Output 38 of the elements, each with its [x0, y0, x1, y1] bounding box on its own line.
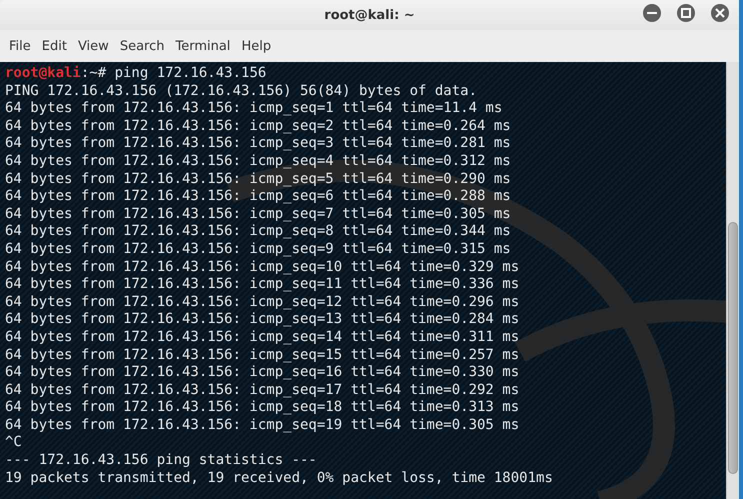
scrollbar[interactable] [726, 62, 739, 499]
terminal-output-line: 64 bytes from 172.16.43.156: icmp_seq=14 ttl=64 time=0.311 ms [5, 328, 520, 346]
terminal-output-line: 64 bytes from 172.16.43.156: icmp_seq=4 ttl=64 time=0.312 ms [5, 152, 512, 171]
terminal-output-line: 64 bytes from 172.16.43.156: icmp_seq=8 ttl=64 time=0.344 ms [5, 223, 512, 241]
minimize-button[interactable] [643, 4, 661, 22]
close-button[interactable] [711, 4, 729, 22]
terminal-output-line: 64 bytes from 172.16.43.156: icmp_seq=16 ttl=64 time=0.330 ms [5, 364, 520, 382]
terminal-output-line: 64 bytes from 172.16.43.156: icmp_seq=15 ttl=64 time=0.257 ms [5, 346, 520, 364]
terminal-output-line: 64 bytes from 172.16.43.156: icmp_seq=3 ttl=64 time=0.281 ms [5, 135, 512, 153]
menu-item[interactable]: Edit [36, 38, 73, 54]
maximize-icon [681, 8, 691, 18]
menu-item[interactable]: Help [236, 38, 278, 54]
terminal-output-line: ^C [5, 434, 23, 452]
terminal-output-line: --- 172.16.43.156 ping statistics --- [5, 452, 318, 470]
terminal-output-line: 64 bytes from 172.16.43.156: icmp_seq=6 ttl=64 time=0.288 ms [5, 188, 512, 206]
terminal-output-line: 64 bytes from 172.16.43.156: icmp_seq=7 ttl=64 time=0.305 ms [5, 206, 512, 224]
window-title: root@kali: ~ [324, 8, 415, 22]
scrollbar-thumb[interactable] [728, 222, 738, 474]
menu-item[interactable]: Search [114, 38, 170, 54]
terminal-output-line: 64 bytes from 172.16.43.156: icmp_seq=13 ttl=64 time=0.284 ms [5, 311, 520, 329]
terminal-output-line: 64 bytes from 172.16.43.156: icmp_seq=19 ttl=64 time=0.305 ms [5, 416, 520, 434]
terminal-output-line: 64 bytes from 172.16.43.156: icmp_seq=9 ttl=64 time=0.315 ms [5, 240, 512, 259]
maximize-button[interactable] [677, 4, 695, 22]
terminal-output-line: 64 bytes from 172.16.43.156: icmp_seq=11 ttl=64 time=0.336 ms [5, 276, 520, 294]
menu-item[interactable]: File [4, 38, 37, 54]
prompt-line: root@kali:~# ping 172.16.43.156 [5, 65, 268, 83]
menu-item[interactable]: Terminal [170, 38, 236, 54]
terminal-output-line: 64 bytes from 172.16.43.156: icmp_seq=12 ttl=64 time=0.296 ms [5, 294, 520, 312]
terminal-output-line: 64 bytes from 172.16.43.156: icmp_seq=10 ttl=64 time=0.329 ms [5, 258, 520, 276]
close-icon [715, 8, 725, 18]
terminal-output-line: 64 bytes from 172.16.43.156: icmp_seq=5 ttl=64 time=0.290 ms [5, 170, 512, 188]
terminal-output-line: PING 172.16.43.156 (172.16.43.156) 56(84) bytes of data. [5, 82, 478, 100]
terminal-output-line: 19 packets transmitted, 19 received, 0% packet loss, time 18001ms [5, 470, 554, 488]
terminal-output-line: 64 bytes from 172.16.43.156: icmp_seq=2 ttl=64 time=0.264 ms [5, 118, 512, 136]
menu-item[interactable]: View [72, 38, 115, 54]
terminal-output-line: 64 bytes from 172.16.43.156: icmp_seq=18 ttl=64 time=0.313 ms [5, 399, 520, 417]
terminal-output-line: 64 bytes from 172.16.43.156: icmp_seq=1 ttl=64 time=11.4 ms [5, 100, 504, 118]
terminal-output-line: 64 bytes from 172.16.43.156: icmp_seq=17 ttl=64 time=0.292 ms [5, 382, 520, 400]
